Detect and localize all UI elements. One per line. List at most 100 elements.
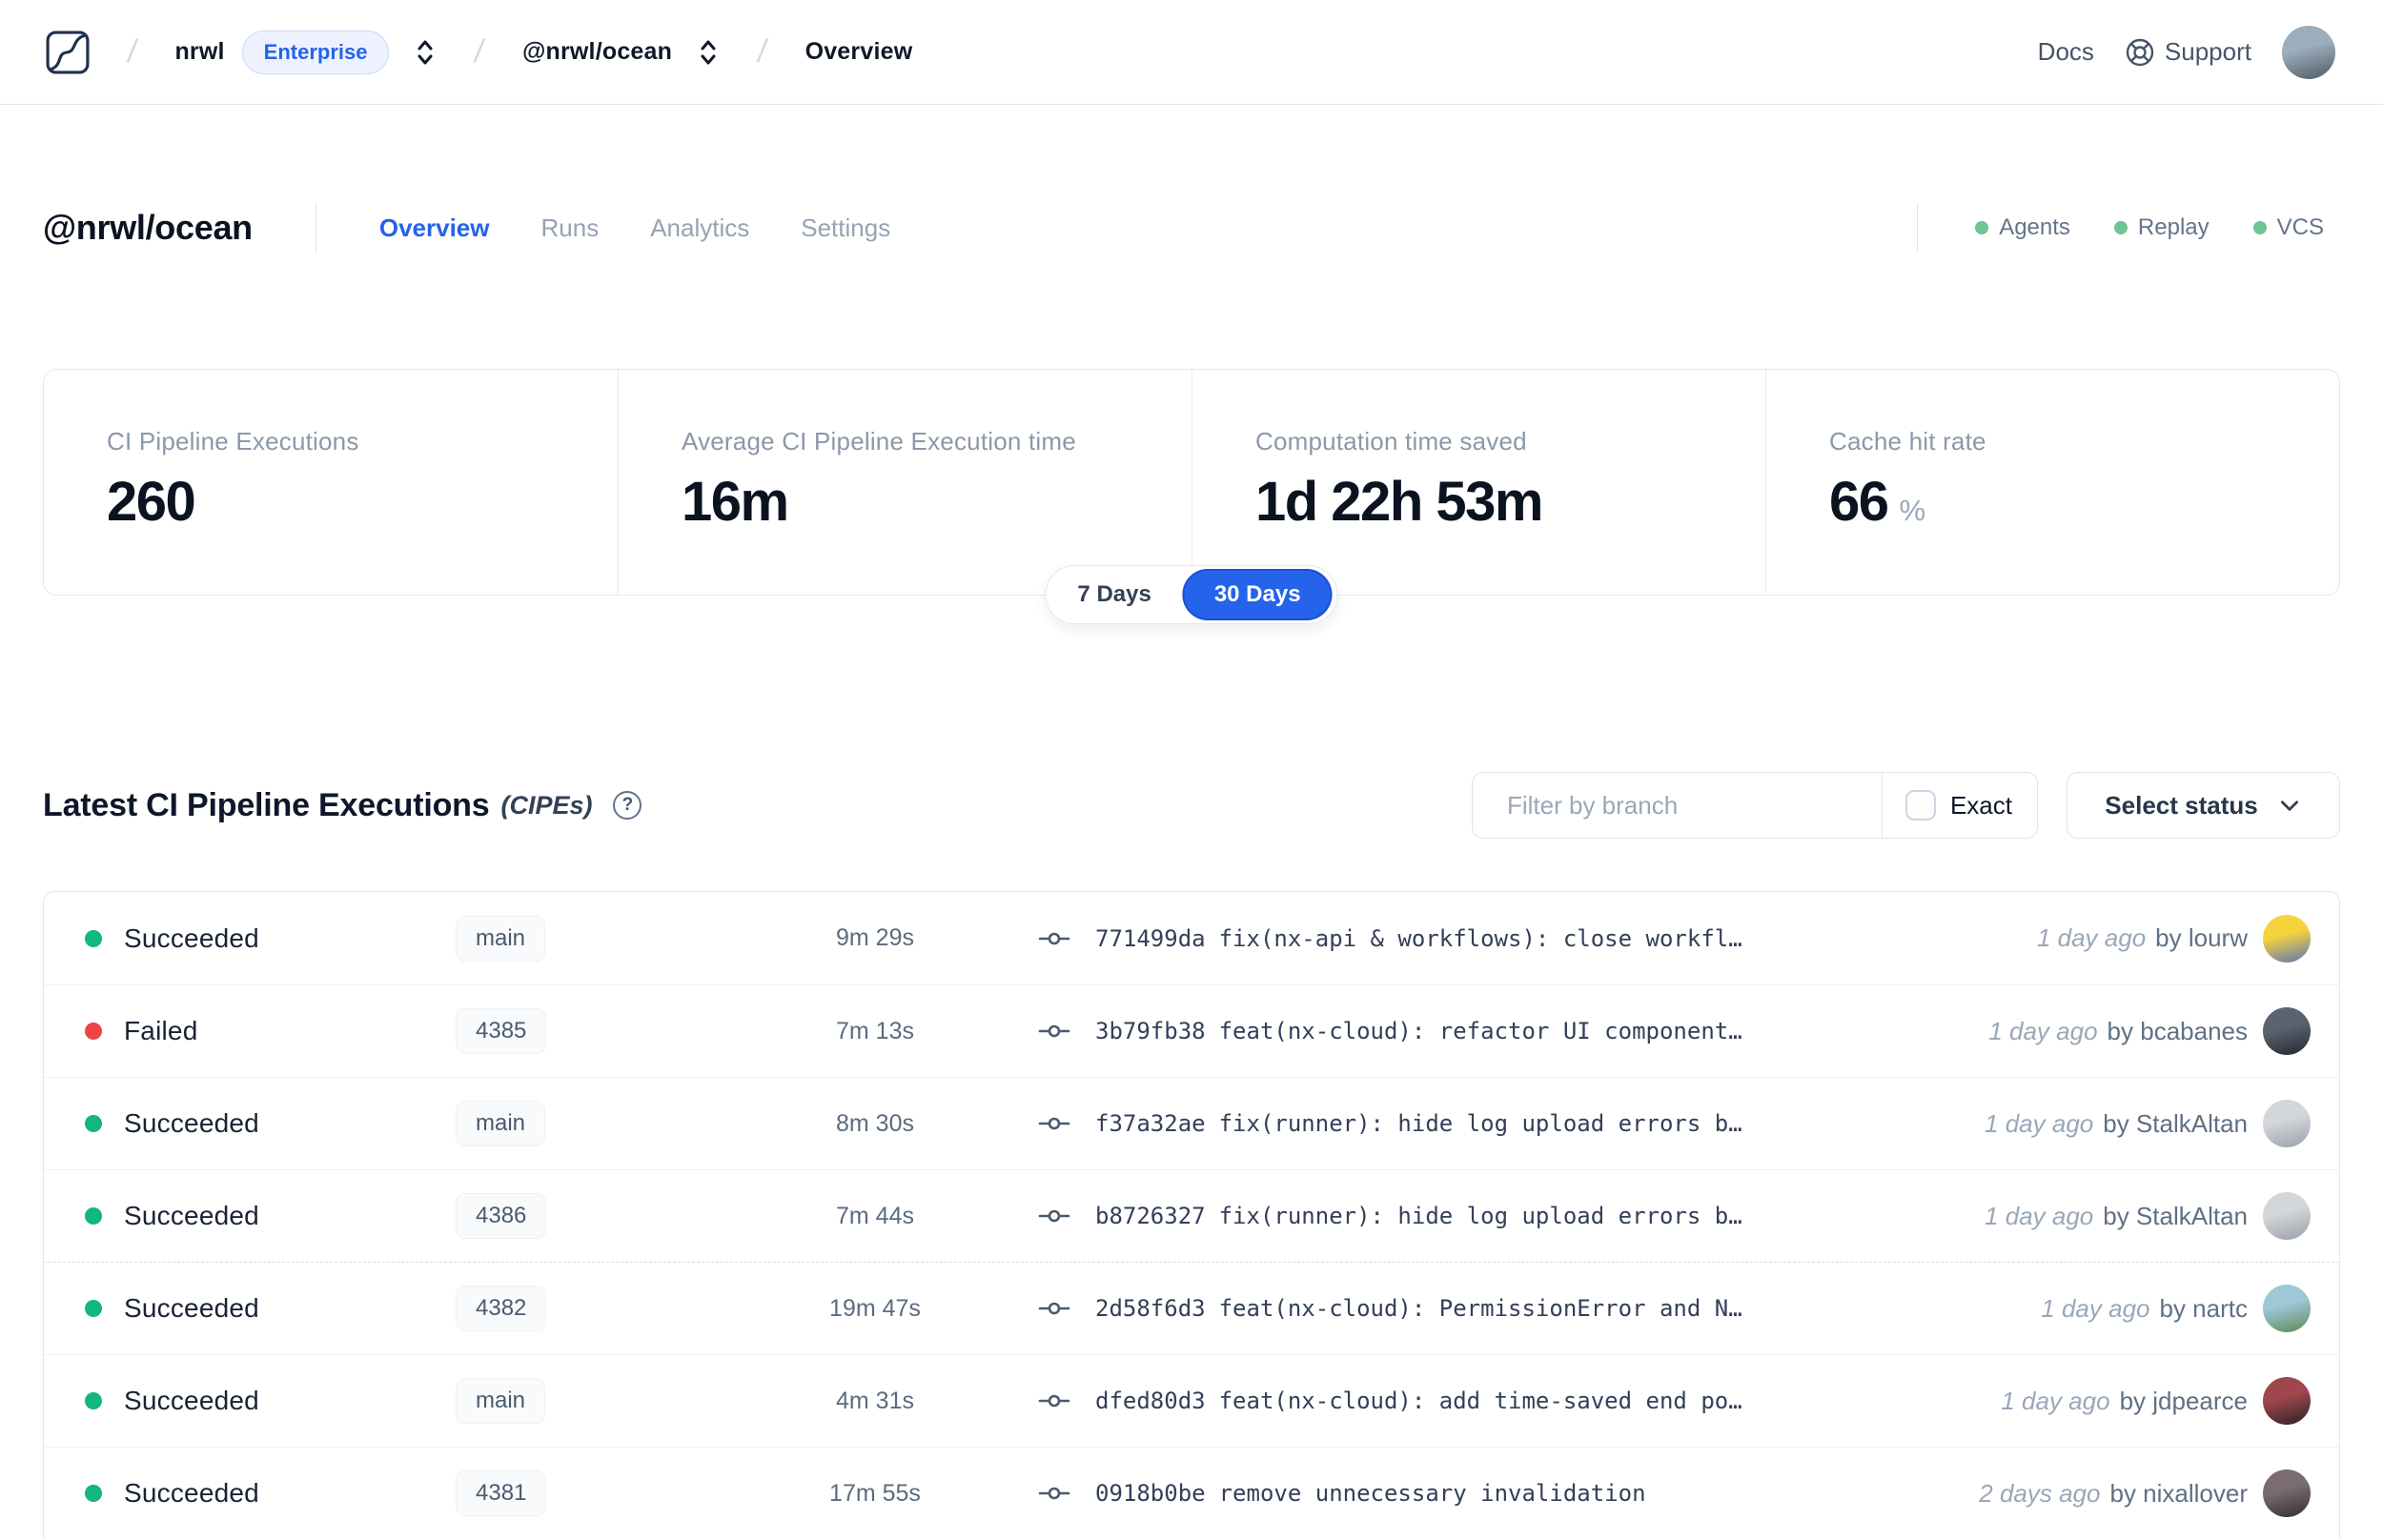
help-icon[interactable]: ? — [613, 791, 642, 820]
branch-badge[interactable]: 4381 — [456, 1470, 547, 1516]
status-dot — [85, 1300, 102, 1317]
period-7-days[interactable]: 7 Days — [1046, 581, 1182, 608]
nx-cloud-dashboard: / nrwl Enterprise / @nrwl/ocean / Overvi… — [0, 0, 2383, 1540]
git-commit-icon — [1038, 1394, 1070, 1408]
avatar — [2263, 1100, 2311, 1147]
commit-message[interactable]: b8726327 fix(runner): hide log upload err… — [1095, 1203, 1742, 1229]
tab-runs[interactable]: Runs — [541, 213, 600, 243]
author: by StalkAltan — [2103, 1201, 2248, 1230]
branch-badge[interactable]: 4385 — [456, 1008, 547, 1054]
author: by nartc — [2159, 1293, 2249, 1323]
stat-card-cache-hit: Cache hit rate 66% — [1765, 370, 2339, 595]
table-row[interactable]: Succeeded 4381 17m 55s 0918b0be remove un… — [44, 1447, 2339, 1539]
user-avatar[interactable] — [2282, 25, 2335, 79]
period-30-days[interactable]: 30 Days — [1182, 569, 1333, 620]
docs-link[interactable]: Docs — [2038, 37, 2094, 67]
breadcrumb-separator: / — [125, 33, 140, 70]
status-select-dropdown[interactable]: Select status — [2067, 772, 2340, 839]
breadcrumb-separator: / — [472, 33, 487, 70]
table-row[interactable]: Succeeded 4386 7m 44s b8726327 fix(runner… — [44, 1169, 2339, 1262]
table-row[interactable]: Succeeded main 8m 30s f37a32ae fix(runner… — [44, 1077, 2339, 1169]
author: by bcabanes — [2107, 1016, 2248, 1045]
author: by lourw — [2155, 923, 2248, 952]
commit-message[interactable]: 3b79fb38 feat(nx-cloud): refactor UI comp… — [1095, 1018, 1742, 1044]
status-label: Succeeded — [124, 922, 259, 953]
breadcrumb-org[interactable]: nrwl — [174, 38, 224, 66]
git-commit-icon — [1038, 1209, 1070, 1223]
commit-message[interactable]: 0918b0be remove unnecessary invalidation — [1095, 1480, 1646, 1507]
workspace-title: @nrwl/ocean — [43, 208, 253, 247]
workspace-switcher-icon[interactable] — [697, 38, 720, 67]
branch-filter-input[interactable] — [1473, 773, 1882, 838]
author: by StalkAltan — [2103, 1108, 2248, 1138]
time-ago: 2 days ago — [1979, 1478, 2101, 1508]
avatar — [2263, 1469, 2311, 1517]
status-dot — [85, 929, 102, 947]
breadcrumb: / nrwl Enterprise / @nrwl/ocean / Overvi… — [46, 30, 912, 74]
duration: 9m 29s — [836, 924, 914, 951]
duration: 19m 47s — [829, 1294, 921, 1322]
duration: 4m 31s — [836, 1387, 914, 1414]
tab-settings[interactable]: Settings — [801, 213, 890, 243]
support-link[interactable]: Support — [2125, 37, 2251, 68]
branch-badge[interactable]: main — [456, 1378, 546, 1424]
status-dot — [85, 1023, 102, 1040]
commit-message[interactable]: 2d58f6d3 feat(nx-cloud): PermissionError … — [1095, 1295, 1742, 1322]
time-ago: 1 day ago — [1985, 1201, 2094, 1230]
enterprise-badge: Enterprise — [241, 30, 390, 74]
green-status-dot — [2252, 221, 2267, 234]
avatar — [2263, 1007, 2311, 1055]
workspace-header: @nrwl/ocean Overview Runs Analytics Sett… — [0, 198, 2383, 257]
branch-badge[interactable]: 4386 — [456, 1193, 547, 1239]
table-row[interactable]: Succeeded main 4m 31s dfed80d3 feat(nx-cl… — [44, 1354, 2339, 1447]
section-title: Latest CI Pipeline Executions — [43, 786, 490, 823]
stat-card-time-saved: Computation time saved 1d 22h 53m — [1192, 370, 1765, 595]
git-commit-icon — [1038, 1117, 1070, 1130]
workspace-tabs: Overview Runs Analytics Settings — [379, 213, 890, 243]
commit-message[interactable]: 771499da fix(nx-api & workflows): close w… — [1095, 925, 1742, 952]
time-ago: 1 day ago — [2041, 1293, 2150, 1323]
time-ago: 1 day ago — [1985, 1108, 2094, 1138]
git-commit-icon — [1038, 1487, 1070, 1500]
commit-message[interactable]: dfed80d3 feat(nx-cloud): add time-saved e… — [1095, 1388, 1742, 1414]
top-navigation-bar: / nrwl Enterprise / @nrwl/ocean / Overvi… — [0, 0, 2383, 105]
author: by jdpearce — [2119, 1386, 2248, 1415]
indicator-vcs[interactable]: VCS — [2252, 214, 2324, 241]
duration: 7m 44s — [836, 1202, 914, 1229]
nx-cloud-logo-icon[interactable] — [46, 30, 90, 74]
commit-message[interactable]: f37a32ae fix(runner): hide log upload err… — [1095, 1110, 1742, 1137]
duration: 17m 55s — [829, 1479, 921, 1507]
indicator-agents[interactable]: Agents — [1975, 214, 2070, 241]
branch-badge[interactable]: main — [456, 1101, 546, 1146]
org-switcher-icon[interactable] — [414, 38, 437, 67]
status-dot — [85, 1485, 102, 1502]
table-row[interactable]: Failed 4385 7m 13s 3b79fb38 feat(nx-cloud… — [44, 984, 2339, 1077]
status-label: Succeeded — [124, 1386, 259, 1415]
tab-analytics[interactable]: Analytics — [650, 213, 749, 243]
exact-checkbox[interactable] — [1904, 790, 1936, 821]
branch-filter-group: Exact — [1472, 772, 2038, 839]
table-row[interactable]: Succeeded 4382 19m 47s 2d58f6d3 feat(nx-c… — [44, 1262, 2339, 1354]
chevron-down-icon — [2280, 800, 2298, 811]
breadcrumb-page: Overview — [805, 38, 913, 65]
tab-overview[interactable]: Overview — [379, 213, 490, 243]
period-toggle: 7 Days 30 Days — [1045, 565, 1338, 624]
branch-badge[interactable]: 4382 — [456, 1286, 547, 1331]
status-dot — [85, 1207, 102, 1225]
duration: 8m 30s — [836, 1109, 914, 1137]
avatar — [2263, 1285, 2311, 1332]
exact-label: Exact — [1949, 790, 2012, 820]
avatar — [2263, 914, 2311, 962]
time-ago: 1 day ago — [2001, 1386, 2110, 1415]
status-label: Failed — [124, 1016, 198, 1045]
stat-card-avg-time: Average CI Pipeline Execution time 16m — [618, 370, 1192, 595]
breadcrumb-separator: / — [755, 33, 770, 70]
cipe-section-header: Latest CI Pipeline Executions (CIPEs) ? … — [43, 772, 2340, 839]
table-row[interactable]: Succeeded main 9m 29s 771499da fix(nx-api… — [44, 892, 2339, 984]
breadcrumb-workspace[interactable]: @nrwl/ocean — [522, 38, 672, 66]
author: by nixallover — [2109, 1478, 2248, 1508]
time-ago: 1 day ago — [2036, 923, 2147, 952]
stat-card-executions: CI Pipeline Executions 260 — [107, 427, 359, 533]
indicator-replay[interactable]: Replay — [2113, 214, 2210, 241]
branch-badge[interactable]: main — [456, 915, 546, 962]
